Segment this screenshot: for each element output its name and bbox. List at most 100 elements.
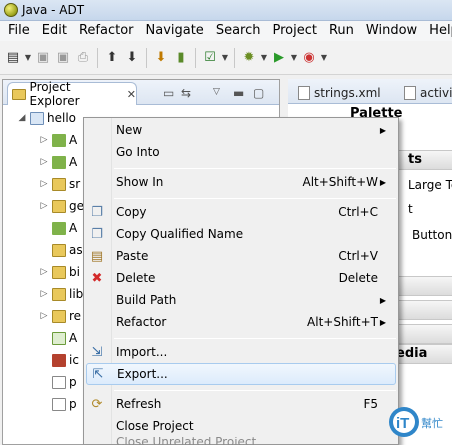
collapsed-chevron-icon[interactable]: ▷ <box>39 135 49 145</box>
palette-section-label: edia <box>396 346 428 361</box>
watermark-subtext: 幫忙 <box>421 416 443 430</box>
tree-item[interactable]: p <box>39 371 77 393</box>
library-icon <box>52 133 66 147</box>
tree-item[interactable]: ▷ A <box>39 151 78 173</box>
external-tools-icon[interactable]: ◉ <box>300 49 318 67</box>
menu-item-close-unrelated-project: Close Unrelated Project <box>86 437 396 445</box>
tree-item[interactable]: ▷ re <box>39 305 82 327</box>
menu-item-shortcut: F5 <box>363 397 378 411</box>
tree-item-label: as <box>69 243 83 257</box>
tree-item[interactable]: ic <box>39 349 79 371</box>
external-tools-dropdown-icon[interactable]: ▼ <box>320 53 328 62</box>
debug-icon[interactable]: ✹ <box>240 49 258 67</box>
watermark-logo: iT 幫忙 <box>388 405 444 439</box>
watermark-text: iT <box>396 415 409 432</box>
collapsed-chevron-icon[interactable]: ▷ <box>39 267 49 277</box>
menu-item-shortcut: Ctrl+V <box>338 249 378 263</box>
source-folder-icon <box>52 177 66 191</box>
menu-item-close-project[interactable]: Close Project <box>86 415 396 437</box>
new-icon[interactable]: ▤ <box>4 49 22 67</box>
minimize-icon[interactable]: ▬ <box>233 86 244 100</box>
tree-item-label: bi <box>69 265 80 279</box>
tab-project-explorer[interactable]: Project Explorer ✕ <box>7 80 137 108</box>
tree-item[interactable]: as <box>39 239 83 261</box>
menu-item-refresh[interactable]: ⟳ Refresh F5 <box>86 393 396 415</box>
toolbar-separator <box>195 47 196 68</box>
menu-item-label: Go Into <box>116 145 160 159</box>
menu-item-import[interactable]: ⇲ Import... <box>86 341 396 363</box>
save-all-icon[interactable]: ▣ <box>54 49 72 67</box>
menu-item-label: Refresh <box>116 397 162 411</box>
download-icon[interactable]: ⬇ <box>123 49 141 67</box>
import-icon: ⇲ <box>91 344 103 360</box>
menu-separator <box>114 198 396 199</box>
menu-item-build-path[interactable]: Build Path ▶ <box>86 289 396 311</box>
tree-item[interactable]: ▷ A <box>39 129 78 151</box>
editor-tab-label: strings.xml <box>314 86 381 100</box>
close-icon[interactable]: ✕ <box>127 88 136 101</box>
submenu-arrow-icon: ▶ <box>379 317 386 327</box>
run-dropdown-icon[interactable]: ▼ <box>290 53 298 62</box>
tab-activity[interactable]: activit <box>404 82 452 104</box>
avd-manager-icon[interactable]: ▮ <box>172 49 190 67</box>
menu-item-label: Refactor <box>116 315 167 329</box>
menu-item-label: Show In <box>116 175 164 189</box>
menu-help[interactable]: Help <box>423 21 452 41</box>
collapsed-chevron-icon[interactable]: ▷ <box>39 201 49 211</box>
menu-item-paste[interactable]: ▤ Paste Ctrl+V <box>86 245 396 267</box>
menu-item-shortcut: Alt+Shift+W <box>302 175 379 189</box>
image-file-icon <box>52 353 66 367</box>
tree-item-label: ic <box>69 353 79 367</box>
menu-run[interactable]: Run <box>323 21 360 41</box>
menu-separator <box>114 390 396 391</box>
link-editor-icon[interactable]: ⇆ <box>181 86 191 100</box>
menu-item-go-into[interactable]: Go Into <box>86 141 396 163</box>
maximize-icon[interactable]: ▢ <box>253 86 264 100</box>
menu-refactor[interactable]: Refactor <box>73 21 140 41</box>
menu-item-copy-qualified-name[interactable]: ❐ Copy Qualified Name <box>86 223 396 245</box>
collapse-all-icon[interactable]: ▭ <box>163 86 174 100</box>
tree-item[interactable]: ▷ ge <box>39 195 84 217</box>
collapsed-chevron-icon[interactable]: ▷ <box>39 157 49 167</box>
tree-item-label: ge <box>69 199 84 213</box>
menu-window[interactable]: Window <box>360 21 423 41</box>
menu-item-export[interactable]: ⇱ Export... <box>86 363 396 385</box>
save-icon[interactable]: ▣ <box>34 49 52 67</box>
collapsed-chevron-icon[interactable]: ▷ <box>39 311 49 321</box>
tree-item[interactable]: ▷ lib <box>39 283 84 305</box>
tree-item[interactable]: ▷ sr <box>39 173 81 195</box>
expanded-chevron-icon[interactable]: ◢ <box>17 113 27 123</box>
collapsed-chevron-icon[interactable]: ▷ <box>39 179 49 189</box>
menu-item-new[interactable]: New ▶ <box>86 119 396 141</box>
menu-edit[interactable]: Edit <box>36 21 73 41</box>
new-dropdown-icon[interactable]: ▼ <box>24 53 32 62</box>
tree-item-project[interactable]: ◢ hello <box>17 107 76 129</box>
tree-item[interactable]: p <box>39 393 77 415</box>
menu-navigate[interactable]: Navigate <box>140 21 210 41</box>
menu-item-delete[interactable]: ✖ Delete Delete <box>86 267 396 289</box>
toolbar-separator <box>234 47 235 68</box>
view-menu-icon[interactable]: ▽ <box>213 87 220 97</box>
menu-file[interactable]: File <box>2 21 36 41</box>
tab-strings-xml[interactable]: strings.xml <box>298 82 381 104</box>
checkbox-dropdown-icon[interactable]: ▼ <box>221 53 229 62</box>
collapsed-chevron-icon[interactable]: ▷ <box>39 289 49 299</box>
sdk-manager-icon[interactable]: ⬇ <box>152 49 170 67</box>
checkbox-icon[interactable]: ☑ <box>201 49 219 67</box>
debug-dropdown-icon[interactable]: ▼ <box>260 53 268 62</box>
menu-item-copy[interactable]: ❐ Copy Ctrl+C <box>86 201 396 223</box>
folder-icon <box>52 287 66 301</box>
palette-fragment: Large Te <box>408 178 452 192</box>
print-icon[interactable]: ⎙ <box>74 49 92 67</box>
tree-item[interactable]: A <box>39 327 77 349</box>
tree-item[interactable]: ▷ bi <box>39 261 80 283</box>
run-icon[interactable]: ▶ <box>270 49 288 67</box>
menu-project[interactable]: Project <box>266 21 322 41</box>
delete-icon: ✖ <box>91 270 103 286</box>
menu-item-show-in[interactable]: Show In Alt+Shift+W ▶ <box>86 171 396 193</box>
menu-item-refactor[interactable]: Refactor Alt+Shift+T ▶ <box>86 311 396 333</box>
upload-icon[interactable]: ⬆ <box>103 49 121 67</box>
file-icon <box>52 375 66 389</box>
tree-item[interactable]: A <box>39 217 77 239</box>
menu-search[interactable]: Search <box>210 21 267 41</box>
